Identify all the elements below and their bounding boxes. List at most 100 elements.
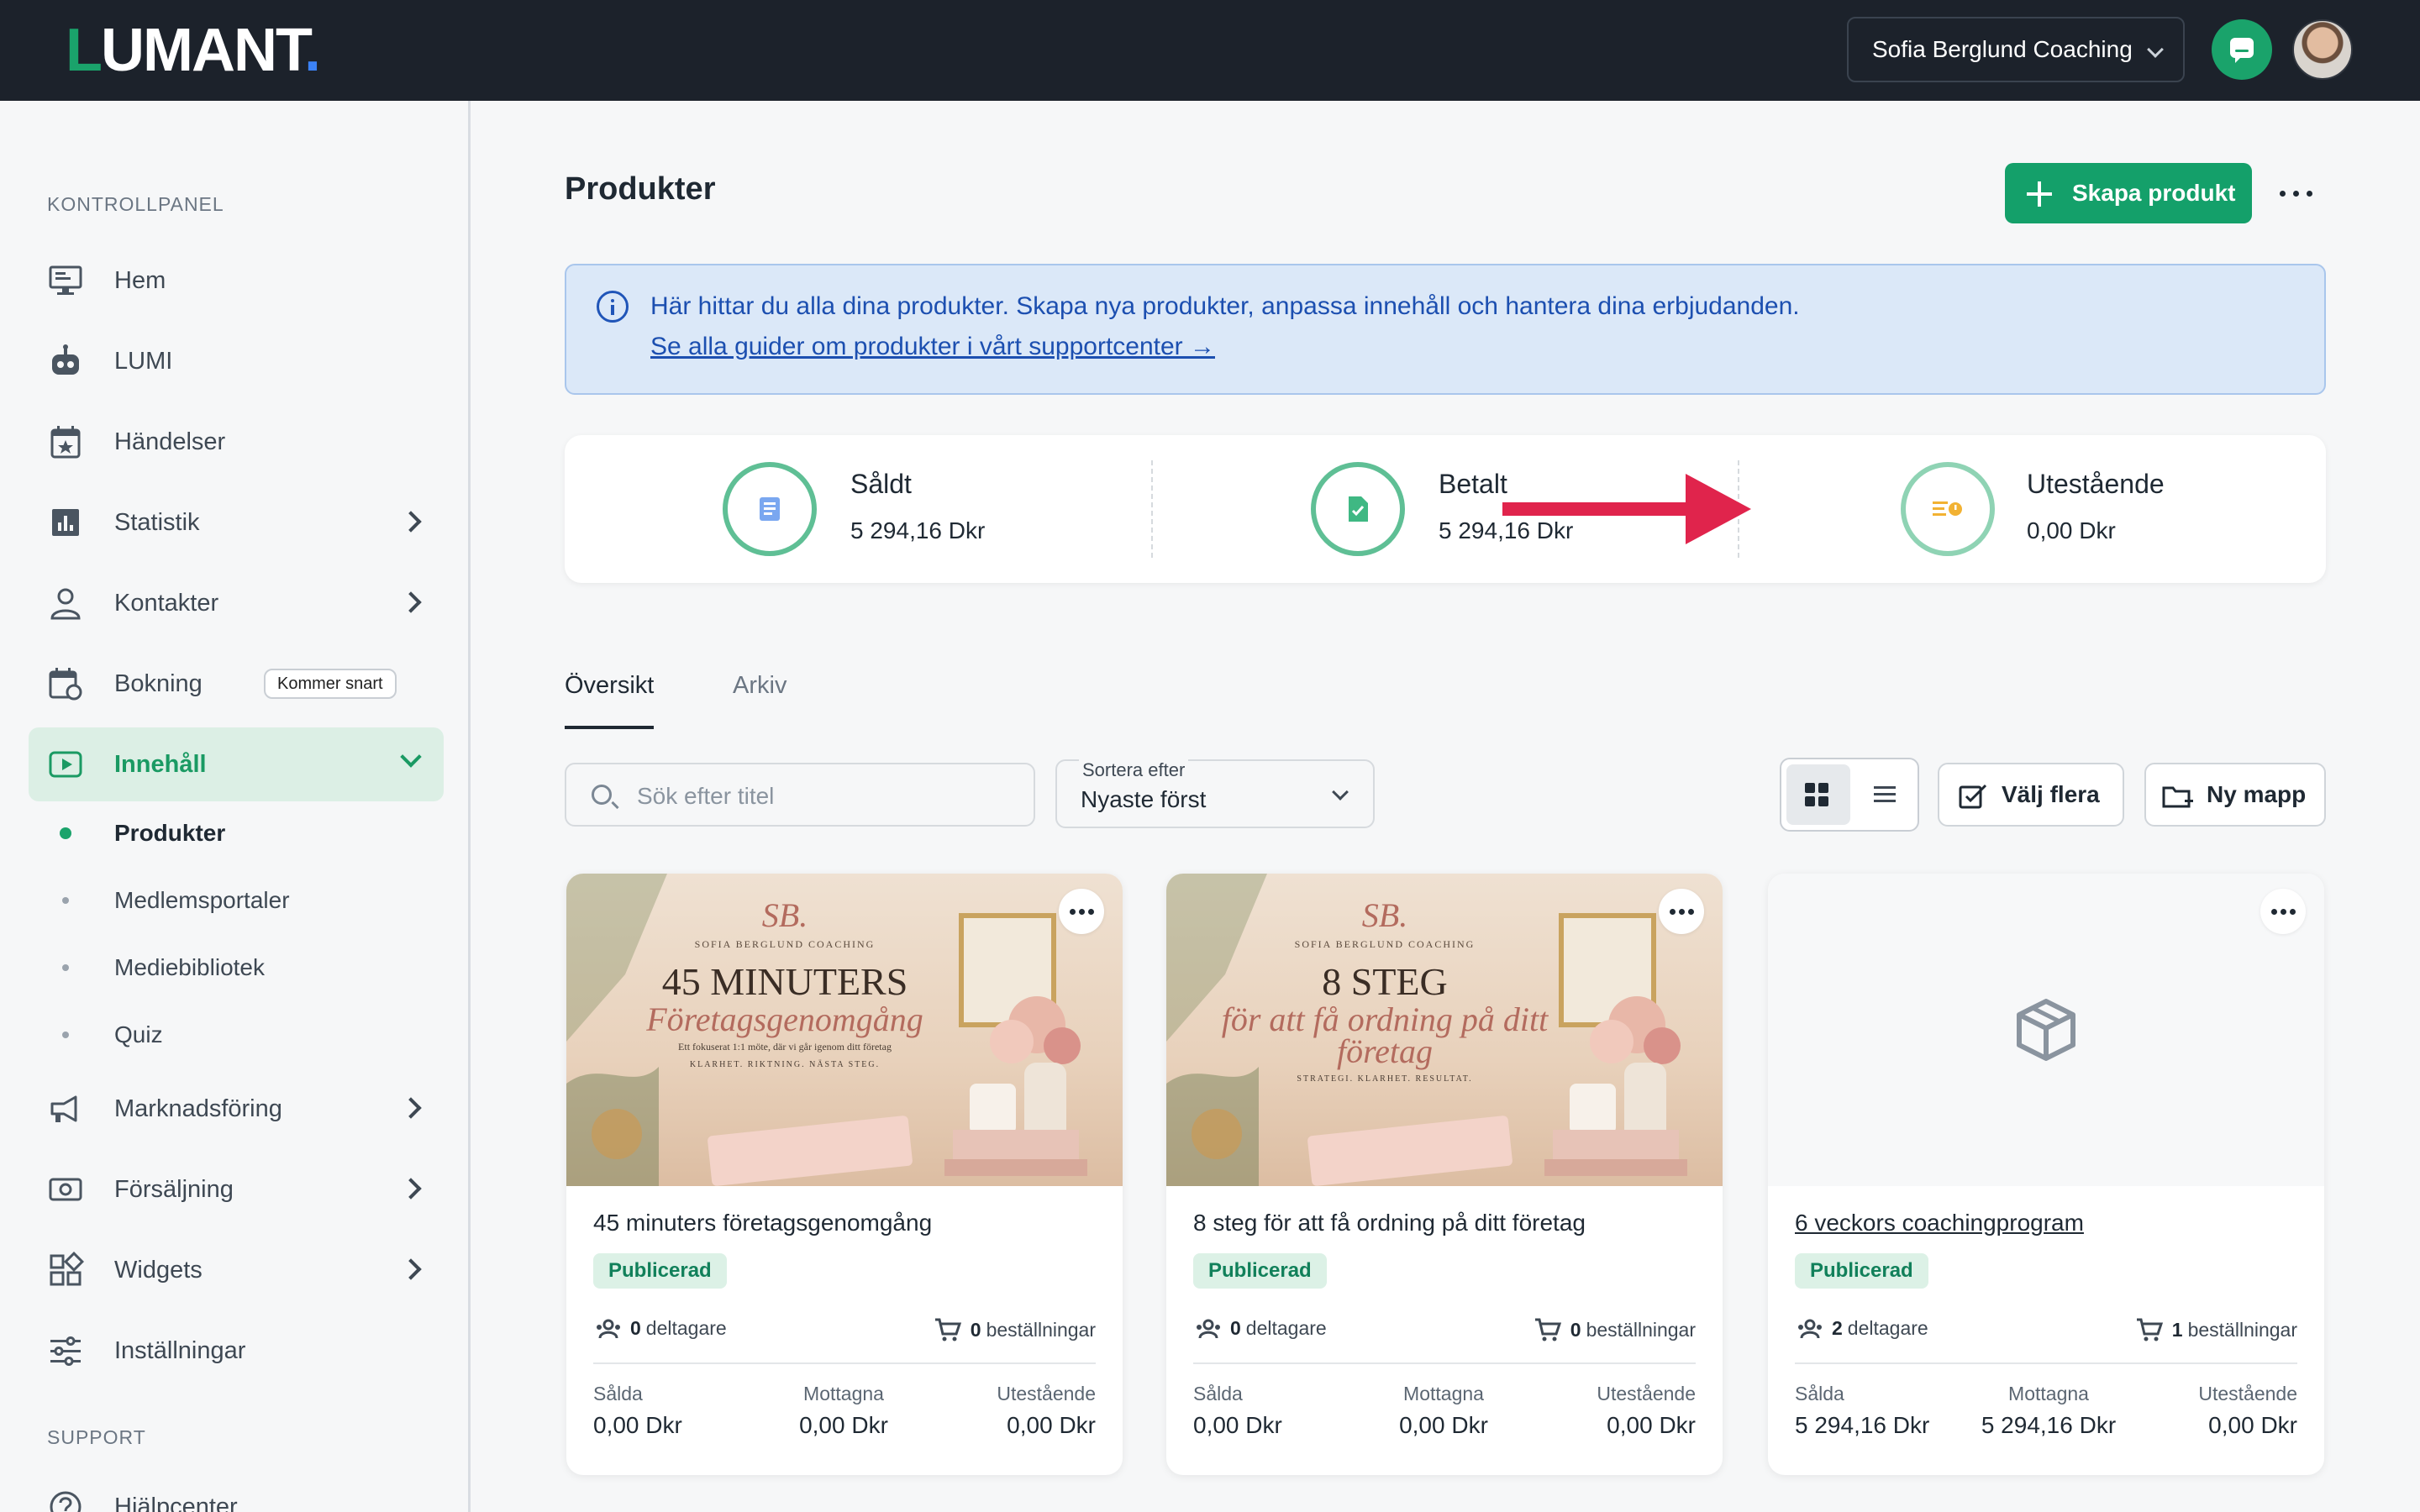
chevron-right-icon [400,511,422,533]
participants-icon [1197,1319,1220,1338]
lumant-logo[interactable]: LUMANT. [66,18,321,82]
sidebar-item-bokning[interactable]: Bokning Kommer snart [29,647,444,721]
participants-icon [597,1319,620,1338]
orders-count: 1 beställningar [2135,1317,2297,1342]
chevron-right-icon [400,1097,422,1119]
cart-icon [1534,1318,1561,1341]
checklist-icon [1959,784,1987,809]
calendar-sync-icon [49,668,82,701]
new-folder-button[interactable]: Ny mapp [2144,763,2326,827]
sidebar-item-handelser[interactable]: Händelser [29,405,444,479]
user-avatar[interactable] [2292,19,2353,80]
package-icon [2017,999,2075,1061]
info-icon [597,291,629,323]
sidebar-item-lumi[interactable]: LUMI [29,324,444,398]
product-card[interactable]: SB. SOFIA BERGLUND COACHING 8 STEG för a… [1166,874,1723,1475]
sidebar-item-innehall[interactable]: Innehåll [29,727,444,801]
info-banner: Här hittar du alla dina produkter. Skapa… [565,264,2326,395]
status-badge: Publicerad [1795,1253,1928,1289]
sold-column: Sålda 5 294,16 Dkr [1795,1383,1930,1438]
more-options-button[interactable] [2277,175,2314,212]
cart-icon [934,1318,961,1341]
product-thumbnail: SB. SOFIA BERGLUND COACHING 45 MINUTERS … [566,874,1123,1186]
chevron-down-icon [400,746,422,768]
tab-oversikt[interactable]: Översikt [565,672,654,700]
support-guides-link[interactable]: Se alla guider om produkter i vårt suppo… [650,333,1215,361]
account-switcher[interactable]: Sofia Berglund Coaching [1847,17,2185,82]
chevron-right-icon [400,1258,422,1280]
sidebar-item-statistik[interactable]: Statistik [29,486,444,559]
active-tab-indicator [565,726,654,729]
stats-summary: Såldt 5 294,16 Dkr Betalt 5 294,16 Dkr U… [565,435,2326,583]
chat-icon [2230,38,2254,63]
search-placeholder: Sök efter titel [637,783,775,809]
sidebar-subitem-quiz[interactable]: Quiz [0,1010,454,1060]
sidebar-item-hem[interactable]: Hem [29,244,444,318]
sidebar-item-hjalpcenter[interactable]: Hjälpcenter [29,1470,444,1512]
cash-icon [49,1178,82,1201]
chat-button[interactable] [2212,19,2272,80]
page-title: Produkter [565,171,716,207]
product-title[interactable]: 45 minuters företagsgenomgång [593,1210,932,1236]
product-menu-button[interactable] [1059,889,1104,934]
sold-column: Sålda 0,00 Dkr [1193,1383,1282,1438]
sidebar-item-kontakter[interactable]: Kontakter [29,566,444,640]
annotation-arrow [1502,474,1751,544]
outstanding-column: Utestående 0,00 Dkr [997,1383,1096,1438]
product-poster-text: SB. SOFIA BERGLUND COACHING 8 STEG för a… [1221,896,1549,1084]
play-square-icon [49,751,82,778]
sidebar-item-widgets[interactable]: Widgets [29,1233,444,1307]
section-label-support: SUPPORT [47,1426,146,1448]
card-divider [1193,1362,1696,1364]
product-card[interactable]: 6 veckors coachingprogram Publicerad 2 de… [1768,874,2324,1475]
pending-icon [1901,462,1995,556]
create-product-button[interactable]: Skapa produkt [2005,163,2252,223]
help-icon [50,1491,82,1512]
bullet-dot [62,964,69,971]
status-badge: Publicerad [1193,1253,1327,1289]
orders-count: 0 beställningar [1534,1317,1696,1342]
chevron-right-icon [400,1178,422,1200]
new-folder-icon [2162,786,2193,808]
monitor-icon [49,265,82,295]
participants-icon [1798,1319,1822,1338]
receipt-icon [723,462,817,556]
sidebar-subitem-mediebibliotek[interactable]: Mediebibliotek [0,942,454,993]
sidebar: KONTROLLPANEL Hem LUMI Händelser Statist… [0,101,471,1512]
account-name: Sofia Berglund Coaching [1872,36,2133,62]
chevron-right-icon [400,591,422,613]
outstanding-column: Utestående 0,00 Dkr [2198,1383,2297,1438]
section-label-kontrollpanel: KONTROLLPANEL [47,193,224,215]
sidebar-subitem-medlemsportaler[interactable]: Medlemsportaler [0,875,454,926]
sidebar-item-installningar[interactable]: Inställningar [29,1314,444,1388]
stat-outstanding: Utestående 0,00 Dkr [1738,435,2324,583]
sidebar-subitem-produkter[interactable]: Produkter [0,808,454,858]
search-input[interactable]: Sök efter titel [565,763,1035,827]
sort-select[interactable]: Sortera efter Nyaste först [1055,759,1375,828]
bullet-dot [60,827,71,839]
sort-caption: Sortera efter [1079,759,1189,781]
sold-column: Sålda 0,00 Dkr [593,1383,682,1438]
participants-count: 0 deltagare [1193,1317,1327,1340]
product-title[interactable]: 8 steg för att få ordning på ditt företa… [1193,1210,1586,1236]
tab-arkiv[interactable]: Arkiv [733,672,786,700]
list-view-button[interactable] [1855,764,1914,825]
participants-count: 0 deltagare [593,1317,727,1340]
search-icon [592,785,612,805]
sort-value: Nyaste först [1081,786,1207,812]
outstanding-column: Utestående 0,00 Dkr [1597,1383,1696,1438]
product-menu-button[interactable] [1659,889,1704,934]
grid-view-button[interactable] [1786,764,1850,825]
product-card[interactable]: SB. SOFIA BERGLUND COACHING 45 MINUTERS … [566,874,1123,1475]
sidebar-item-forsaljning[interactable]: Försäljning [29,1152,444,1226]
bar-chart-icon [52,509,79,536]
product-menu-button[interactable] [2260,889,2306,934]
sidebar-item-marknadsforing[interactable]: Marknadsföring [29,1072,444,1146]
orders-count: 0 beställningar [934,1317,1096,1342]
view-toggle [1780,758,1919,832]
product-title[interactable]: 6 veckors coachingprogram [1795,1210,2084,1236]
top-bar: LUMANT. Sofia Berglund Coaching [0,0,2420,101]
cart-icon [2136,1318,2163,1341]
select-many-button[interactable]: Välj flera [1938,763,2124,827]
received-column: Mottagna 5 294,16 Dkr [1981,1383,2117,1438]
